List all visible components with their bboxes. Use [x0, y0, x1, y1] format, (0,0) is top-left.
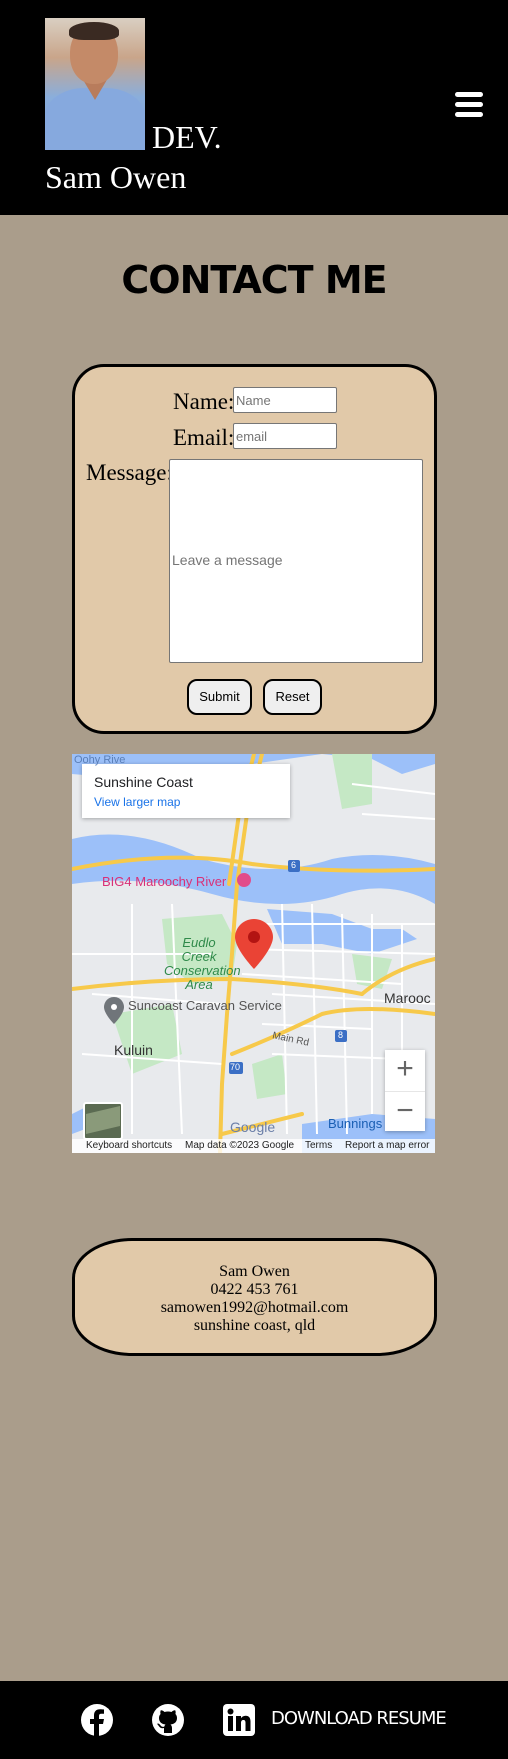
- site-header: DEV. Sam Owen: [0, 0, 508, 215]
- map-label-kuluin: Kuluin: [114, 1042, 153, 1058]
- zoom-control: + −: [385, 1050, 425, 1131]
- contact-phone: 0422 453 761: [210, 1281, 299, 1298]
- page-title: CONTACT ME: [121, 258, 387, 302]
- site-owner-name: Sam Owen: [45, 159, 187, 195]
- map-attribution: Keyboard shortcuts Map data ©2023 Google…: [72, 1139, 435, 1153]
- reset-button[interactable]: Reset: [263, 679, 322, 715]
- embedded-map[interactable]: Sunshine Coast View larger map Oohy Rive…: [72, 754, 435, 1153]
- site-footer: DOWNLOAD RESUME: [0, 1681, 508, 1759]
- map-label-suncoast: Suncoast Caravan Service: [128, 998, 282, 1013]
- dev-label: DEV.: [152, 119, 222, 155]
- map-label-bunnings: Bunnings: [328, 1116, 383, 1131]
- email-label: Email:: [173, 425, 235, 450]
- contact-location: sunshine coast, qld: [193, 1317, 316, 1334]
- facebook-icon[interactable]: [80, 1703, 114, 1737]
- zoom-out-button[interactable]: −: [385, 1091, 425, 1132]
- contact-info-card: Sam Owen 0422 453 761 samowen1992@hotmai…: [72, 1238, 437, 1356]
- terms-link[interactable]: Terms: [305, 1139, 332, 1153]
- message-label: Message:: [86, 460, 173, 485]
- name-label: Name:: [173, 389, 235, 414]
- map-label-maroochydore: Marooc: [384, 990, 431, 1006]
- contact-email: samowen1992@hotmail.com: [160, 1299, 349, 1316]
- road-shield-8: 8: [338, 1030, 344, 1040]
- linkedin-icon[interactable]: [222, 1703, 256, 1737]
- contact-name: Sam Owen: [219, 1263, 290, 1280]
- place-title: Sunshine Coast: [94, 774, 193, 790]
- message-textarea[interactable]: Leave a message: [169, 459, 423, 663]
- place-card: Sunshine Coast View larger map: [82, 764, 290, 818]
- contact-form: Name: Email: Message: Leave a message Su…: [72, 364, 437, 734]
- message-placeholder: Leave a message: [172, 552, 283, 568]
- map-label-cut: Oohy Rive: [74, 754, 126, 766]
- hamburger-menu-icon[interactable]: [455, 90, 483, 118]
- google-logo: Google: [230, 1119, 276, 1135]
- github-icon[interactable]: [151, 1703, 185, 1737]
- zoom-in-button[interactable]: +: [385, 1050, 425, 1090]
- road-shield-70: 70: [230, 1062, 241, 1072]
- report-map-error-link[interactable]: Report a map error: [345, 1139, 429, 1153]
- keyboard-shortcuts-link[interactable]: Keyboard shortcuts: [86, 1139, 172, 1153]
- download-resume-link[interactable]: DOWNLOAD RESUME: [271, 1708, 447, 1729]
- map-label-big4: BIG4 Maroochy River: [102, 874, 227, 889]
- map-label-eudlo: Eudlo Creek Conservation Area: [164, 935, 241, 992]
- name-input[interactable]: [233, 387, 337, 413]
- email-input[interactable]: [233, 423, 337, 449]
- view-larger-map-link[interactable]: View larger map: [94, 795, 180, 809]
- profile-photo: [45, 18, 145, 150]
- map-data-text: Map data ©2023 Google: [185, 1140, 295, 1151]
- road-shield-6: 6: [291, 860, 297, 870]
- submit-button[interactable]: Submit: [187, 679, 252, 715]
